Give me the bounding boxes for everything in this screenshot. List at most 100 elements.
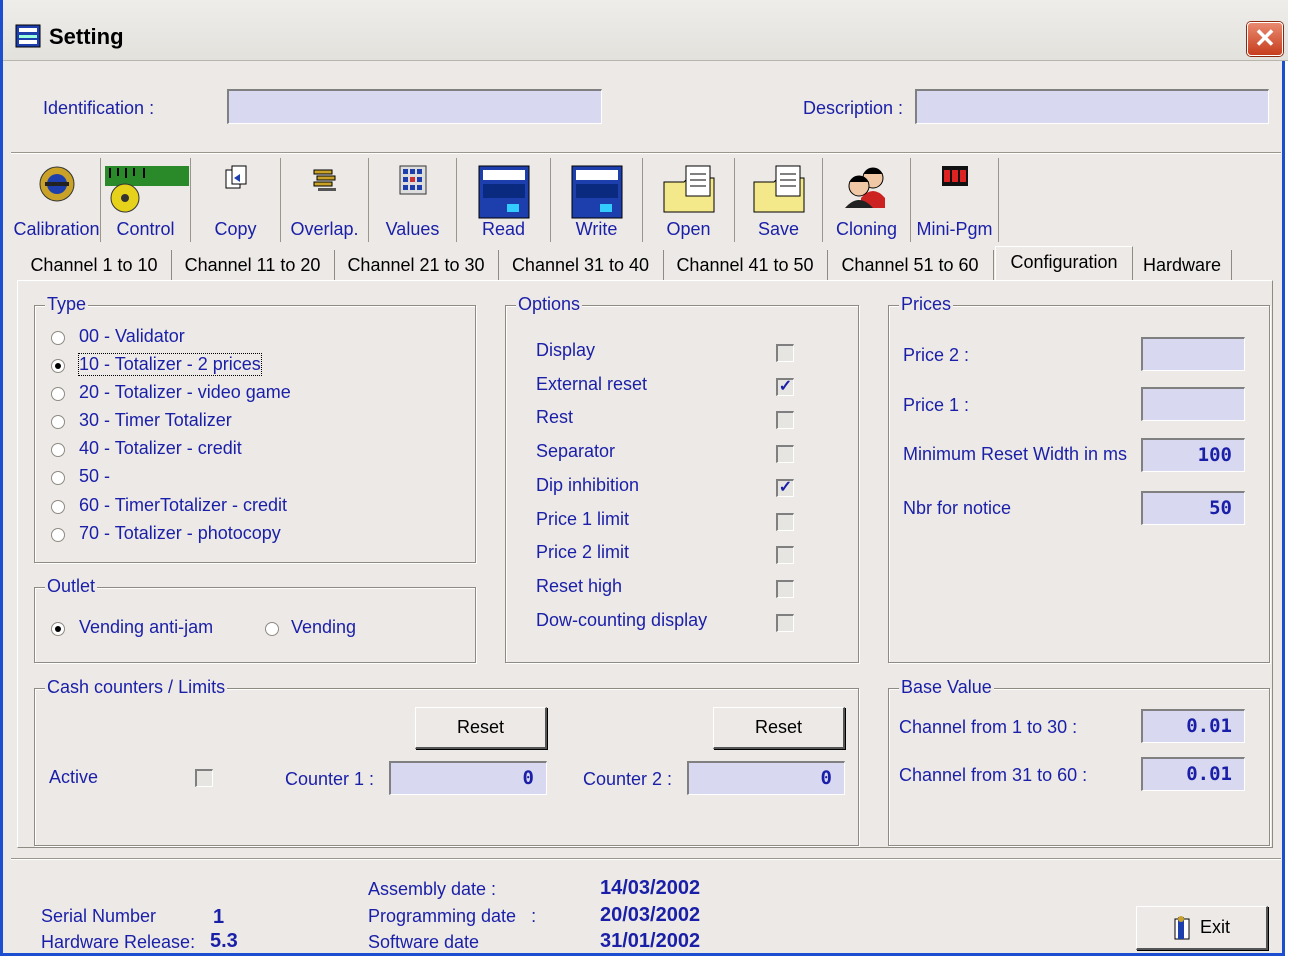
notice-label: Nbr for notice	[903, 498, 1012, 518]
tab-channel-51-60[interactable]: Channel 51 to 60	[827, 250, 994, 280]
setting-window: Setting ✕ Identification : Description :…	[0, 0, 1288, 956]
outlet-radio-anti-jam[interactable]	[51, 622, 65, 636]
header-divider	[11, 152, 1281, 154]
configuration-panel: Type 00 - Validator 10 - Totalizer - 2 p…	[17, 280, 1273, 848]
option-label: Rest	[536, 407, 574, 427]
option-checkbox-dip-inhibition[interactable]: ✓	[776, 479, 794, 497]
option-checkbox-separator[interactable]	[776, 445, 794, 463]
tab-configuration[interactable]: Configuration	[995, 246, 1133, 281]
programming-date-value: 20/03/2002	[600, 904, 701, 926]
counter1-field[interactable]: 0	[389, 761, 547, 795]
open-button[interactable]: Open	[643, 158, 735, 242]
read-button[interactable]: Read	[457, 158, 551, 242]
overlap-button[interactable]: Overlap.	[281, 158, 369, 242]
copy-button[interactable]: Copy	[191, 158, 281, 242]
outlet-radio-vending[interactable]	[265, 622, 279, 636]
control-icon	[104, 166, 189, 213]
type-option-label[interactable]: 60 - TimerTotalizer - credit	[79, 495, 287, 516]
overlap-icon	[313, 169, 336, 191]
title-bar: Setting ✕	[3, 0, 1288, 61]
exit-label: Exit	[1200, 917, 1231, 937]
type-radio-20[interactable]	[51, 387, 65, 401]
tab-channel-11-20[interactable]: Channel 11 to 20	[171, 250, 335, 280]
option-checkbox-reset-high[interactable]	[776, 580, 794, 598]
mini-pgm-icon	[941, 166, 968, 186]
toolbar-label: Save	[757, 219, 800, 239]
description-field[interactable]	[915, 89, 1269, 124]
min-reset-label: Minimum Reset Width in ms	[903, 444, 1128, 464]
toolbar-label: Cloning	[835, 219, 898, 239]
tab-channel-41-50[interactable]: Channel 41 to 50	[663, 250, 828, 280]
software-date-label: Software date	[368, 932, 480, 952]
outlet-option-label[interactable]: Vending anti-jam	[79, 617, 213, 638]
option-checkbox-price2-limit[interactable]	[776, 546, 794, 564]
reset-counter2-button[interactable]: Reset	[713, 707, 845, 749]
active-checkbox[interactable]	[195, 769, 213, 787]
type-radio-70[interactable]	[51, 528, 65, 542]
base-ch1-field[interactable]: 0.01	[1141, 709, 1245, 743]
read-icon	[478, 165, 529, 219]
write-button[interactable]: Write	[551, 158, 643, 242]
hardware-release-label: Hardware Release:	[41, 932, 196, 952]
cash-counters-group: Cash counters / Limits Reset Reset Activ…	[34, 677, 859, 846]
footer-divider	[11, 858, 1281, 860]
toolbar-label: Copy	[214, 219, 257, 239]
reset-counter1-button[interactable]: Reset	[415, 707, 547, 749]
base-group-title: Base Value	[899, 677, 994, 698]
copy-icon	[225, 165, 246, 189]
type-radio-00[interactable]	[51, 331, 65, 345]
counter2-field[interactable]: 0	[687, 761, 845, 795]
identification-label: Identification :	[43, 98, 155, 118]
type-radio-30[interactable]	[51, 415, 65, 429]
type-group: Type 00 - Validator 10 - Totalizer - 2 p…	[34, 294, 476, 563]
type-option-label[interactable]: 70 - Totalizer - photocopy	[79, 523, 281, 544]
cloning-button[interactable]: Cloning	[823, 158, 911, 242]
save-button[interactable]: Save	[735, 158, 823, 242]
type-option-label[interactable]: 50 -	[79, 466, 110, 487]
base-value-group: Base Value Channel from 1 to 30 : 0.01 C…	[888, 677, 1270, 846]
tab-hardware[interactable]: Hardware	[1133, 250, 1232, 280]
option-checkbox-display[interactable]	[776, 344, 794, 362]
option-checkbox-rest[interactable]	[776, 411, 794, 429]
option-checkbox-price1-limit[interactable]	[776, 513, 794, 531]
outlet-option-label[interactable]: Vending	[291, 617, 356, 638]
identification-field[interactable]	[227, 89, 602, 124]
description-label: Description :	[803, 98, 904, 118]
control-button[interactable]: Control	[101, 158, 191, 242]
mini-pgm-button[interactable]: Mini-Pgm	[911, 158, 999, 242]
calibration-button[interactable]: Calibration	[13, 158, 101, 242]
base-ch2-field[interactable]: 0.01	[1141, 757, 1245, 791]
type-option-label[interactable]: 40 - Totalizer - credit	[79, 438, 242, 459]
min-reset-field[interactable]: 100	[1141, 438, 1245, 472]
type-radio-50[interactable]	[51, 471, 65, 485]
cash-group-title: Cash counters / Limits	[45, 677, 228, 698]
price2-label: Price 2 :	[903, 345, 970, 365]
write-icon	[571, 165, 622, 219]
price1-label: Price 1 :	[903, 395, 970, 415]
price1-field[interactable]	[1141, 387, 1245, 421]
values-button[interactable]: Values	[369, 158, 457, 242]
notice-field[interactable]: 50	[1141, 491, 1245, 525]
option-label: Separator	[536, 441, 616, 461]
price2-field[interactable]	[1141, 337, 1245, 371]
option-checkbox-external-reset[interactable]: ✓	[776, 378, 794, 396]
tab-channel-31-40[interactable]: Channel 31 to 40	[498, 250, 664, 280]
type-radio-60[interactable]	[51, 500, 65, 514]
type-radio-10[interactable]	[51, 359, 65, 373]
type-option-label[interactable]: 00 - Validator	[79, 326, 185, 347]
tab-channel-21-30[interactable]: Channel 21 to 30	[334, 250, 499, 280]
toolbar-label: Write	[575, 219, 618, 239]
type-radio-40[interactable]	[51, 443, 65, 457]
option-label: Display	[536, 340, 596, 360]
tab-channel-1-10[interactable]: Channel 1 to 10	[17, 250, 172, 280]
counter2-label: Counter 2 :	[583, 769, 673, 789]
close-button[interactable]: ✕	[1247, 22, 1283, 56]
option-label: Reset high	[536, 576, 623, 596]
type-option-label[interactable]: 30 - Timer Totalizer	[79, 410, 232, 431]
type-option-label[interactable]: 10 - Totalizer - 2 prices	[78, 353, 262, 376]
save-icon	[753, 165, 804, 213]
option-checkbox-dow-counting[interactable]	[776, 614, 794, 632]
type-option-label[interactable]: 20 - Totalizer - video game	[79, 382, 291, 403]
exit-button[interactable]: Exit	[1136, 906, 1268, 950]
options-group: Options Display External reset ✓ Rest Se…	[505, 294, 859, 663]
